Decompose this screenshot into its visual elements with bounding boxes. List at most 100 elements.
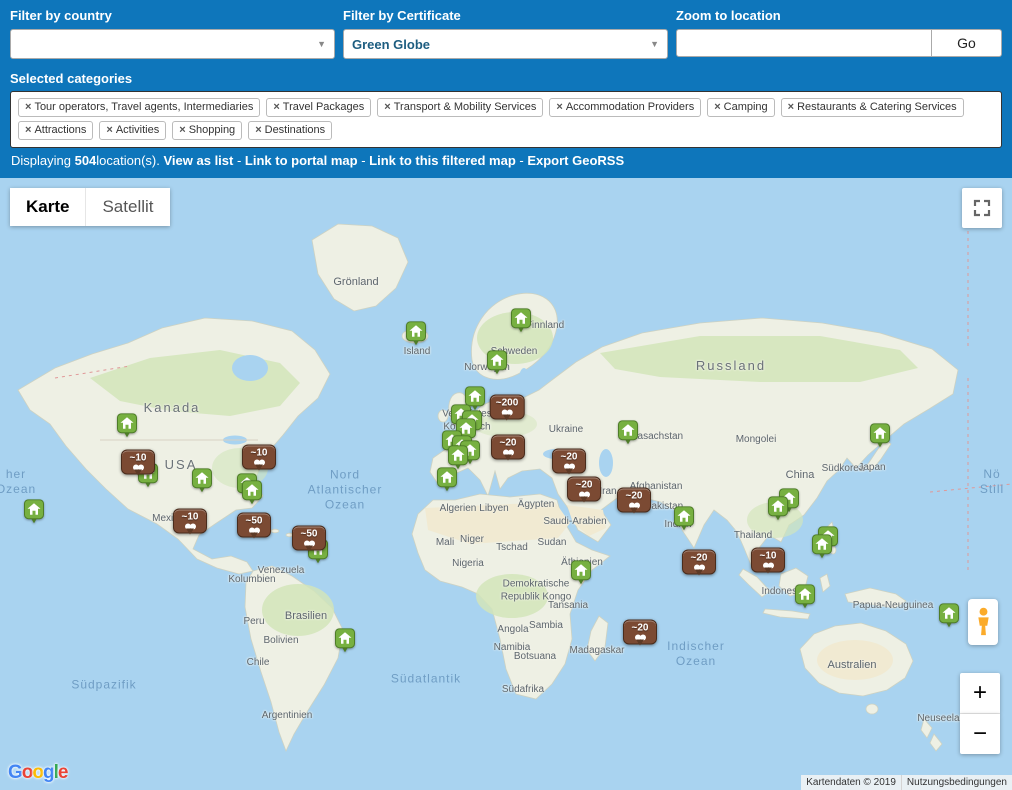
category-chip[interactable]: ×Restaurants & Catering Services (781, 98, 964, 117)
fullscreen-button[interactable] (962, 188, 1002, 228)
map-label: Sudan (538, 537, 567, 550)
status-link[interactable]: Link to this filtered map (369, 153, 516, 168)
cluster-marker[interactable]: ~20 (552, 449, 586, 474)
remove-chip-icon[interactable]: × (788, 101, 794, 113)
cluster-marker[interactable]: ~200 (490, 395, 525, 420)
cluster-marker[interactable]: ~10 (751, 548, 785, 573)
location-count: 504 (75, 153, 97, 168)
category-chip[interactable]: ×Camping (707, 98, 774, 117)
house-marker[interactable] (487, 350, 507, 374)
cluster-marker[interactable]: ~10 (121, 450, 155, 475)
filter-certificate-label: Filter by Certificate (343, 8, 668, 23)
pegman-icon (976, 607, 991, 637)
country-select[interactable]: ▼ (10, 29, 335, 59)
cluster-dots-icon (496, 410, 519, 416)
category-chip[interactable]: ×Tour operators, Travel agents, Intermed… (18, 98, 260, 117)
status-link[interactable]: View as list (164, 153, 234, 168)
map-label: Demokratische Republik Kongo (501, 579, 572, 604)
map-copyright: Kartendaten © 2019 (801, 775, 901, 790)
house-marker[interactable] (448, 445, 468, 469)
map-label: Australien (828, 659, 877, 673)
house-marker[interactable] (812, 534, 832, 558)
zoom-location-input[interactable] (676, 29, 932, 57)
house-marker[interactable] (795, 584, 815, 608)
remove-chip-icon[interactable]: × (106, 124, 112, 136)
cluster-dots-icon (757, 563, 779, 569)
cluster-marker[interactable]: ~20 (491, 435, 525, 460)
map-label: Brasilien (285, 610, 327, 624)
cluster-count-label: ~50 (243, 516, 265, 527)
house-marker[interactable] (618, 420, 638, 444)
category-chip[interactable]: ×Destinations (248, 121, 332, 140)
cluster-marker[interactable]: ~20 (623, 620, 657, 645)
map-type-map-button[interactable]: Karte (10, 188, 85, 226)
cluster-marker[interactable]: ~10 (173, 509, 207, 534)
zoom-in-button[interactable]: + (960, 673, 1000, 714)
cluster-count-label: ~10 (179, 512, 201, 523)
cluster-count-label: ~20 (497, 438, 519, 449)
remove-chip-icon[interactable]: × (25, 124, 31, 136)
map-label: Libyen (479, 503, 508, 516)
remove-chip-icon[interactable]: × (255, 124, 261, 136)
cluster-dots-icon (127, 465, 149, 471)
house-marker[interactable] (242, 480, 262, 504)
house-marker[interactable] (511, 308, 531, 332)
map-type-satellite-button[interactable]: Satellit (85, 188, 169, 226)
map-label: Thailand (734, 530, 772, 543)
house-marker[interactable] (192, 468, 212, 492)
map-label: Ukraine (549, 424, 583, 437)
house-marker[interactable] (406, 321, 426, 345)
category-chip[interactable]: ×Activities (99, 121, 166, 140)
category-chip[interactable]: ×Attractions (18, 121, 93, 140)
cluster-marker[interactable]: ~50 (292, 526, 326, 551)
house-marker[interactable] (768, 496, 788, 520)
map-label: Indischer Ozean (667, 639, 725, 669)
cluster-marker[interactable]: ~20 (567, 477, 601, 502)
cluster-marker[interactable]: ~10 (242, 445, 276, 470)
cluster-count-label: ~20 (629, 623, 651, 634)
house-marker[interactable] (870, 423, 890, 447)
terms-link[interactable]: Nutzungsbedingungen (901, 775, 1012, 790)
remove-chip-icon[interactable]: × (714, 101, 720, 113)
remove-chip-icon[interactable]: × (179, 124, 185, 136)
remove-chip-icon[interactable]: × (273, 101, 279, 113)
go-button[interactable]: Go (932, 29, 1002, 57)
map-label: Argentinien (262, 710, 313, 723)
remove-chip-icon[interactable]: × (556, 101, 562, 113)
map-label: Angola (497, 624, 528, 637)
certificate-select-value: Green Globe (352, 37, 430, 52)
house-marker[interactable] (24, 499, 44, 523)
status-link[interactable]: Link to portal map (245, 153, 358, 168)
filter-panel: Filter by country ▼ Filter by Certificat… (0, 0, 1012, 178)
cluster-dots-icon (497, 450, 519, 456)
house-marker[interactable] (335, 628, 355, 652)
cluster-marker[interactable]: ~20 (682, 550, 716, 575)
house-marker[interactable] (674, 506, 694, 530)
house-marker[interactable] (437, 467, 457, 491)
zoom-control: + − (960, 673, 1000, 754)
zoom-out-button[interactable]: − (960, 714, 1000, 754)
status-link[interactable]: Export GeoRSS (527, 153, 624, 168)
category-chip[interactable]: ×Travel Packages (266, 98, 371, 117)
cluster-marker[interactable]: ~50 (237, 513, 271, 538)
house-marker[interactable] (117, 413, 137, 437)
cluster-count-label: ~10 (248, 448, 270, 459)
street-view-pegman[interactable] (968, 599, 998, 645)
map-label: Algerien (440, 503, 477, 516)
category-chip[interactable]: ×Shopping (172, 121, 242, 140)
category-chip[interactable]: ×Transport & Mobility Services (377, 98, 543, 117)
map-label: Niger (460, 534, 484, 547)
remove-chip-icon[interactable]: × (25, 101, 31, 113)
house-marker[interactable] (571, 560, 591, 584)
certificate-select[interactable]: Green Globe ▼ (343, 29, 668, 59)
remove-chip-icon[interactable]: × (384, 101, 390, 113)
google-logo[interactable]: Google (8, 762, 67, 784)
map-label: Mali (436, 537, 454, 550)
status-suffix: location(s). (96, 153, 163, 168)
map-canvas[interactable]: GrönlandIslandNorwegenSchwedenFinnlandRu… (0, 178, 1012, 790)
house-marker[interactable] (939, 603, 959, 627)
category-chip[interactable]: ×Accommodation Providers (549, 98, 701, 117)
cluster-marker[interactable]: ~20 (617, 488, 651, 513)
map-label: Peru (243, 616, 264, 629)
selected-categories-label: Selected categories (10, 71, 1002, 86)
